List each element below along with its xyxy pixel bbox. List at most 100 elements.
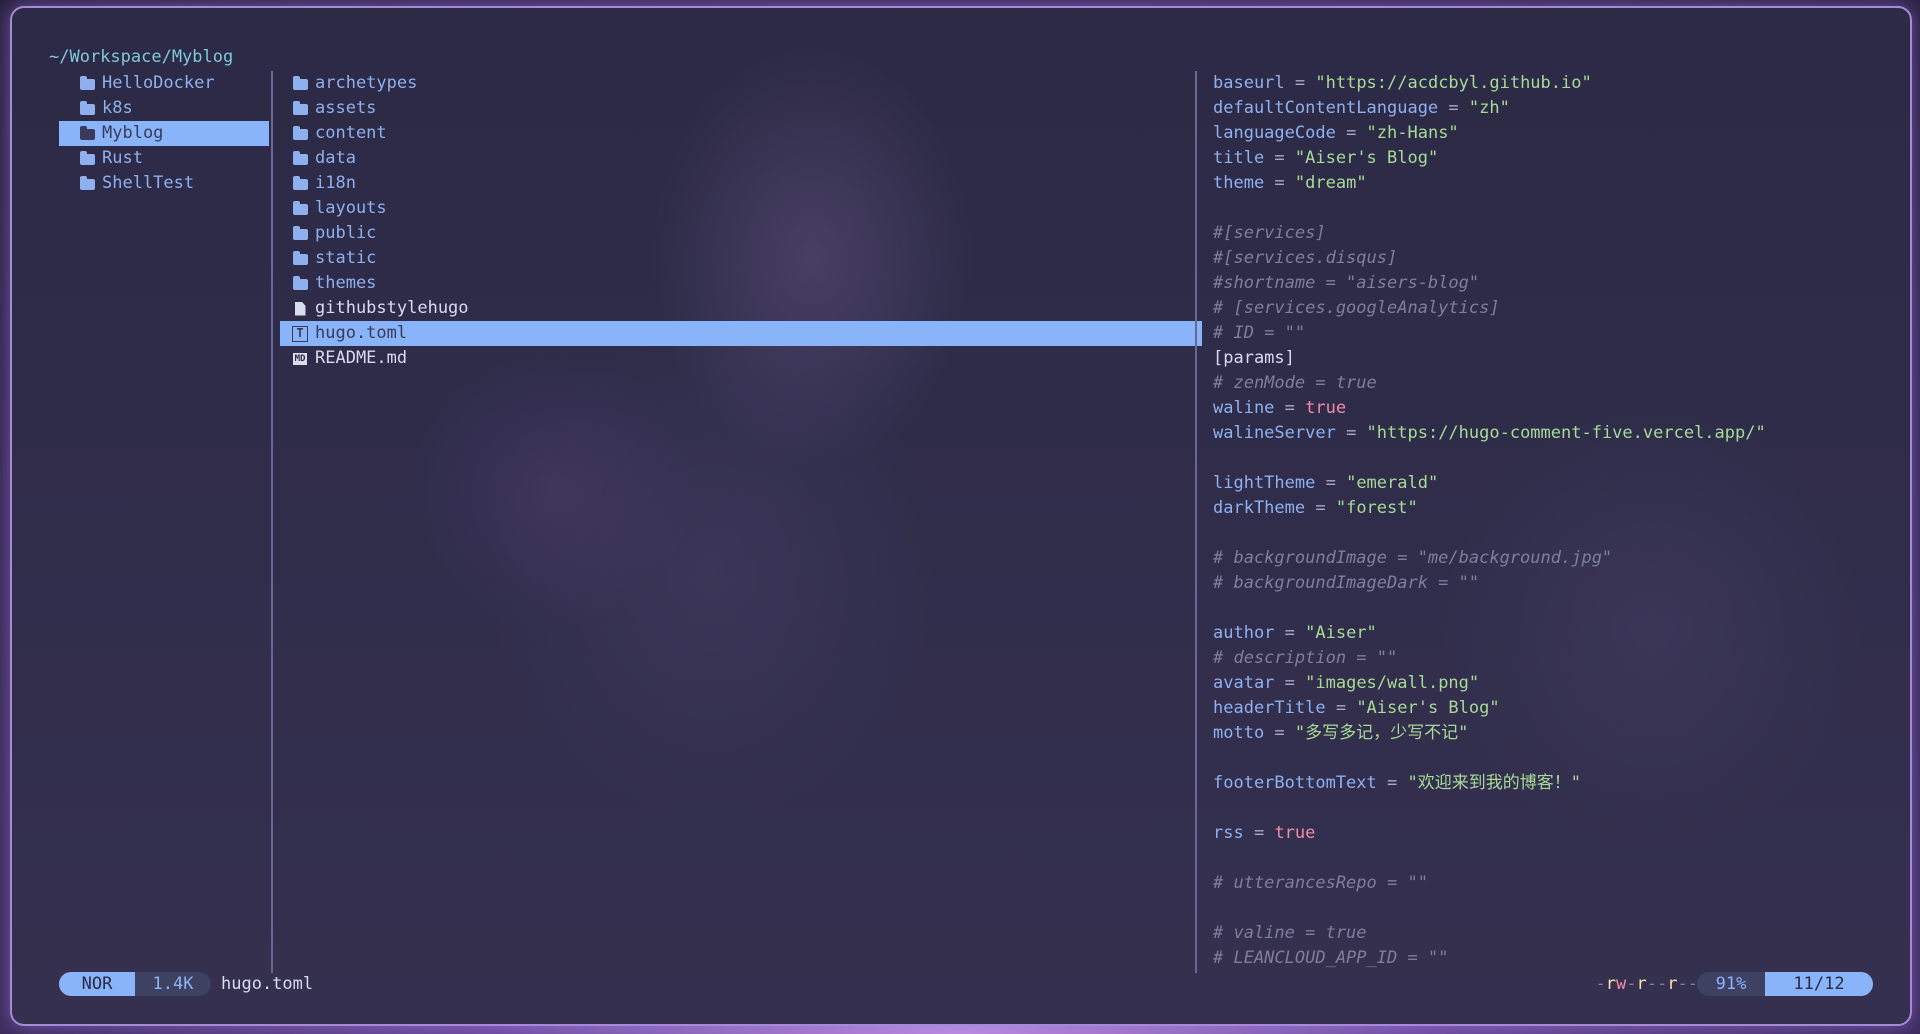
preview-line xyxy=(1213,746,1903,771)
code-token: = xyxy=(1274,623,1306,643)
preview-line: avatar = "images/wall.png" xyxy=(1213,671,1903,696)
folder-icon xyxy=(79,76,95,92)
directory-item[interactable]: public xyxy=(280,221,1202,246)
file-permissions: -rw-r--r-- xyxy=(1595,974,1699,994)
directory-item[interactable]: archetypes xyxy=(280,71,1202,96)
code-token: baseurl xyxy=(1213,73,1285,93)
item-label: public xyxy=(315,223,377,243)
current-directory-pane: archetypes assets content data i18n layouts pu… xyxy=(280,71,1202,371)
directory-item[interactable]: static xyxy=(280,246,1202,271)
directory-item[interactable]: layouts xyxy=(280,196,1202,221)
preview-line: title = "Aiser's Blog" xyxy=(1213,146,1903,171)
code-token: darkTheme xyxy=(1213,498,1306,518)
item-label: Myblog xyxy=(102,123,164,143)
code-token: = xyxy=(1438,98,1469,118)
code-token: = xyxy=(1274,673,1306,693)
preview-line: darkTheme = "forest" xyxy=(1213,496,1903,521)
file-item[interactable]: githubstylehugo xyxy=(280,296,1202,321)
item-label: data xyxy=(315,148,356,168)
preview-line: # LEANCLOUD_APP_ID = "" xyxy=(1213,946,1903,971)
code-token: = xyxy=(1274,398,1306,418)
preview-line: #shortname = "aisers-blog" xyxy=(1213,271,1903,296)
code-token: languageCode xyxy=(1213,123,1336,143)
folder-icon xyxy=(79,126,95,142)
code-token: "Aiser's Blog" xyxy=(1356,698,1500,718)
code-token: # utterancesRepo = "" xyxy=(1213,873,1428,893)
parent-dir-item[interactable]: HelloDocker xyxy=(59,71,269,96)
file-icon xyxy=(292,301,308,317)
folder-icon xyxy=(292,251,308,267)
preview-line xyxy=(1213,596,1903,621)
code-token: # description = "" xyxy=(1213,648,1398,668)
code-token: "zh" xyxy=(1468,98,1510,118)
folder-icon xyxy=(292,151,308,167)
preview-line xyxy=(1213,896,1903,921)
file-preview-pane[interactable]: baseurl = "https://acdcbyl.github.io" def… xyxy=(1213,71,1903,971)
preview-line: #[services] xyxy=(1213,221,1903,246)
scroll-percent: 91% xyxy=(1697,972,1765,996)
code-token: "欢迎来到我的博客！" xyxy=(1407,773,1581,793)
preview-line: #[services.disqus] xyxy=(1213,246,1903,271)
file-item[interactable]: Thugo.toml xyxy=(280,321,1202,346)
file-item[interactable]: MD README.md xyxy=(280,346,1202,371)
folder-icon xyxy=(292,176,308,192)
directory-item[interactable]: themes xyxy=(280,271,1202,296)
item-label: i18n xyxy=(315,173,356,193)
code-token: "zh-Hans" xyxy=(1366,123,1459,143)
preview-line: [params] xyxy=(1213,346,1903,371)
code-token: = xyxy=(1243,823,1275,843)
folder-icon xyxy=(292,276,308,292)
preview-line: baseurl = "https://acdcbyl.github.io" xyxy=(1213,71,1903,96)
folder-icon xyxy=(292,201,308,217)
preview-line: headerTitle = "Aiser's Blog" xyxy=(1213,696,1903,721)
code-token: # ID = "" xyxy=(1213,323,1306,343)
code-token: motto xyxy=(1213,723,1265,743)
preview-line: lightTheme = "emerald" xyxy=(1213,471,1903,496)
code-token: = xyxy=(1325,698,1357,718)
parent-dir-item[interactable]: Rust xyxy=(59,146,269,171)
code-token: = xyxy=(1305,498,1336,518)
toml-file-icon: T xyxy=(292,325,308,342)
item-label: README.md xyxy=(315,348,408,368)
code-token: avatar xyxy=(1213,673,1275,693)
folder-icon xyxy=(292,126,308,142)
folder-icon xyxy=(79,101,95,117)
item-label: archetypes xyxy=(315,73,418,93)
pane-divider xyxy=(271,71,273,973)
preview-line: walineServer = "https://hugo-comment-fiv… xyxy=(1213,421,1903,446)
directory-item[interactable]: content xyxy=(280,121,1202,146)
cursor-position: 11/12 xyxy=(1765,972,1873,996)
directory-item[interactable]: data xyxy=(280,146,1202,171)
code-token: rss xyxy=(1213,823,1244,843)
preview-line: languageCode = "zh-Hans" xyxy=(1213,121,1903,146)
parent-dir-item[interactable]: ShellTest xyxy=(59,171,269,196)
code-token: title xyxy=(1213,148,1265,168)
directory-item[interactable]: i18n xyxy=(280,171,1202,196)
preview-line: rss = true xyxy=(1213,821,1903,846)
parent-directory-pane: HelloDocker k8s Myblog Rust ShellTest xyxy=(59,71,269,196)
preview-line xyxy=(1213,796,1903,821)
code-token: "Aiser" xyxy=(1305,623,1377,643)
code-token: = xyxy=(1335,423,1367,443)
code-token: "Aiser's Blog" xyxy=(1294,148,1439,168)
parent-dir-item[interactable]: k8s xyxy=(59,96,269,121)
folder-icon xyxy=(292,76,308,92)
preview-line: # backgroundImage = "me/background.jpg" xyxy=(1213,546,1903,571)
code-token: "多写多记，少写不记" xyxy=(1294,723,1469,743)
directory-item[interactable]: assets xyxy=(280,96,1202,121)
current-path: ~/Workspace/Myblog xyxy=(49,47,234,67)
code-token: = xyxy=(1315,473,1347,493)
preview-line xyxy=(1213,846,1903,871)
preview-line xyxy=(1213,446,1903,471)
item-label: HelloDocker xyxy=(102,73,215,93)
terminal-window: ~/Workspace/Myblog HelloDocker k8s Myblog R… xyxy=(10,6,1912,1026)
code-token: "images/wall.png" xyxy=(1305,673,1480,693)
preview-line: footerBottomText = "欢迎来到我的博客！" xyxy=(1213,771,1903,796)
code-token: "forest" xyxy=(1335,498,1418,518)
preview-line: author = "Aiser" xyxy=(1213,621,1903,646)
code-token: = xyxy=(1335,123,1367,143)
folder-icon xyxy=(79,151,95,167)
code-token: # zenMode = true xyxy=(1213,373,1377,393)
parent-dir-item[interactable]: Myblog xyxy=(59,121,269,146)
code-token: [params] xyxy=(1213,348,1295,368)
